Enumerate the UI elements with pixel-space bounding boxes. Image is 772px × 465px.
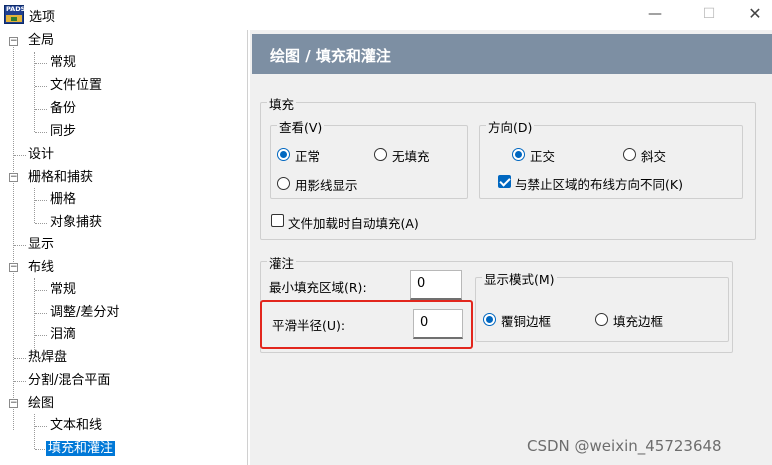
tree-item-design[interactable]: 设计 xyxy=(26,144,56,166)
tree-item-grids[interactable]: 栅格 xyxy=(48,189,78,211)
direction-orthogonal-radio[interactable] xyxy=(512,148,525,161)
panel-header: 绘图 / 填充和灌注 xyxy=(252,34,772,74)
view-normal-radio[interactable] xyxy=(277,148,290,161)
display-pour-outline-label[interactable]: 覆铜边框 xyxy=(501,311,551,330)
direction-diagonal-radio[interactable] xyxy=(623,148,636,161)
direction-orthogonal-label[interactable]: 正交 xyxy=(530,146,555,165)
display-hatch-outline-radio[interactable] xyxy=(595,313,608,326)
tree-item-tuning-diff-pairs[interactable]: 调整/差分对 xyxy=(48,302,121,324)
highlight-box xyxy=(260,300,473,349)
options-tree[interactable]: − − − − 全局 常规 文件位置 备份 同步 设计 栅格和捕获 栅格 对象捕… xyxy=(0,30,248,465)
tree-item-routing-general[interactable]: 常规 xyxy=(48,279,78,301)
tree-item-split-mixed-plane[interactable]: 分割/混合平面 xyxy=(26,370,112,392)
display-hatch-outline-label[interactable]: 填充边框 xyxy=(613,311,663,330)
fill-group-title: 填充 xyxy=(267,94,297,113)
direction-group-title: 方向(D) xyxy=(486,117,535,136)
tree-item-drafting[interactable]: 绘图 xyxy=(26,393,56,415)
tree-item-teardrops[interactable]: 泪滴 xyxy=(48,324,78,346)
title-bar: PADS 选项 — ☐ ✕ xyxy=(0,0,772,30)
close-button[interactable]: ✕ xyxy=(732,0,772,30)
tree-item-grids-snap[interactable]: 栅格和捕获 xyxy=(26,167,95,189)
view-no-fill-label[interactable]: 无填充 xyxy=(392,146,430,165)
autofill-on-load-label[interactable]: 文件加载时自动填充(A) xyxy=(288,213,419,232)
watermark: CSDN @weixin_45723648 xyxy=(527,437,722,455)
tree-item-thermals[interactable]: 热焊盘 xyxy=(26,347,69,369)
direction-diagonal-label[interactable]: 斜交 xyxy=(641,146,666,165)
expand-toggle-icon[interactable]: − xyxy=(9,263,18,272)
tree-item-display[interactable]: 显示 xyxy=(26,234,56,256)
autofill-on-load-checkbox[interactable] xyxy=(271,214,284,227)
settings-panel: 绘图 / 填充和灌注 填充 查看(V) 正常 无填充 用影线显示 方向(D) 正… xyxy=(250,30,772,465)
view-hatch-label[interactable]: 用影线显示 xyxy=(295,175,358,194)
expand-toggle-icon[interactable]: − xyxy=(9,37,18,46)
page-title: 绘图 / 填充和灌注 xyxy=(270,47,391,65)
tree-item-file-locations[interactable]: 文件位置 xyxy=(48,75,104,97)
tree-item-object-snap[interactable]: 对象捕获 xyxy=(48,212,104,234)
min-fill-area-label: 最小填充区域(R): xyxy=(269,280,367,295)
tree-item-routing[interactable]: 布线 xyxy=(26,257,56,279)
minimize-button[interactable]: — xyxy=(632,0,678,30)
differ-from-keepout-label[interactable]: 与禁止区域的布线方向不同(K) xyxy=(515,174,683,193)
tree-item-sync[interactable]: 同步 xyxy=(48,121,78,143)
tree-item-backup[interactable]: 备份 xyxy=(48,98,78,120)
tree-item-general[interactable]: 常规 xyxy=(48,52,78,74)
maximize-button[interactable]: ☐ xyxy=(686,0,732,30)
app-logo-icon: PADS xyxy=(4,5,25,24)
expand-toggle-icon[interactable]: − xyxy=(9,173,18,182)
view-no-fill-radio[interactable] xyxy=(374,148,387,161)
display-mode-group: 显示模式(M) xyxy=(475,269,729,342)
view-hatch-radio[interactable] xyxy=(277,177,290,190)
display-mode-group-title: 显示模式(M) xyxy=(482,269,557,288)
display-pour-outline-radio[interactable] xyxy=(483,313,496,326)
min-fill-area-input[interactable]: 0 xyxy=(410,270,462,300)
pour-group-title: 灌注 xyxy=(267,253,297,272)
view-group-title: 查看(V) xyxy=(277,117,325,136)
differ-from-keepout-checkbox[interactable] xyxy=(498,175,511,188)
tree-item-fill-pour[interactable]: 填充和灌注 xyxy=(46,438,116,460)
tree-item-text-lines[interactable]: 文本和线 xyxy=(48,415,104,437)
window-title: 选项 xyxy=(29,10,56,25)
expand-toggle-icon[interactable]: − xyxy=(9,399,18,408)
view-normal-label[interactable]: 正常 xyxy=(295,146,320,165)
tree-item-global[interactable]: 全局 xyxy=(26,30,56,52)
